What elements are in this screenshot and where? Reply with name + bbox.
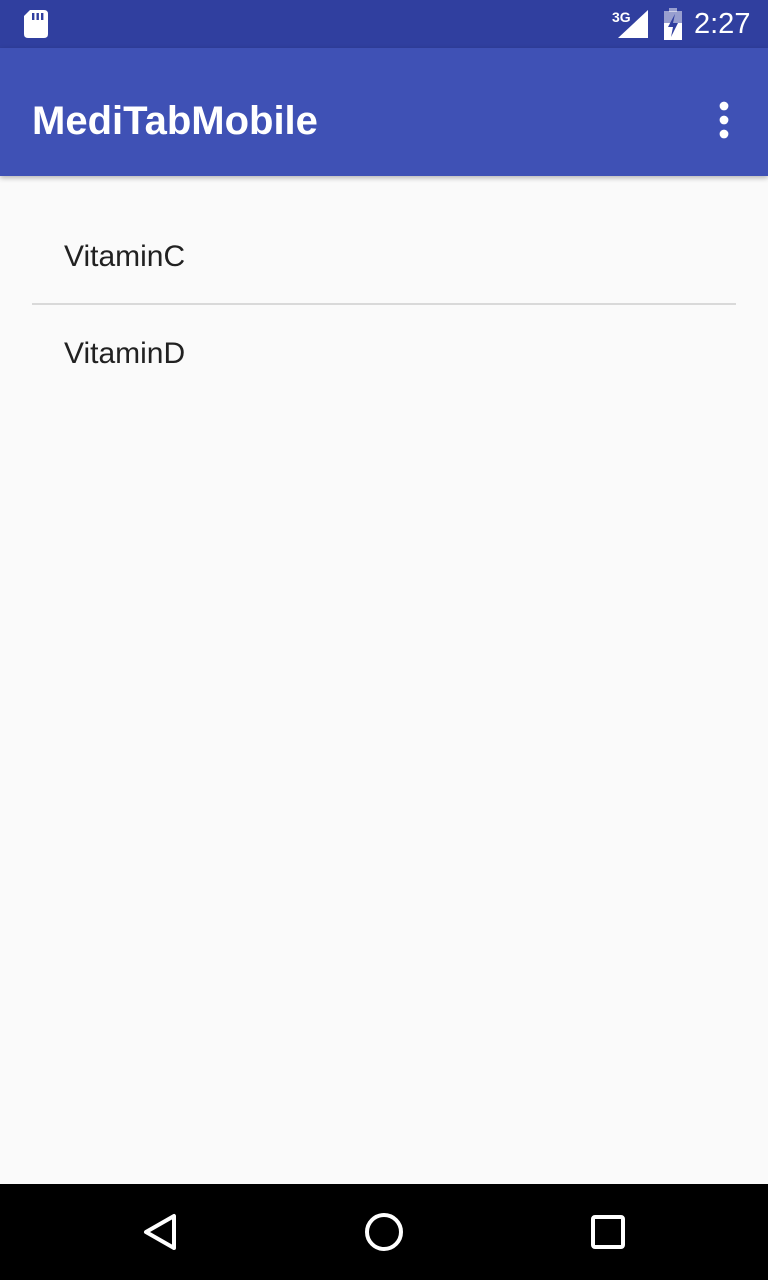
status-bar: 3G 2:27 bbox=[0, 0, 768, 48]
home-icon[interactable] bbox=[360, 1208, 408, 1256]
list-item-label: VitaminD bbox=[64, 337, 186, 370]
app-title: MediTabMobile bbox=[32, 99, 318, 143]
list-item-label: VitaminC bbox=[64, 240, 186, 273]
list-item-vitamind[interactable]: VitaminD bbox=[32, 306, 736, 402]
app-toolbar: MediTabMobile bbox=[0, 48, 768, 176]
list-divider bbox=[32, 303, 736, 305]
recents-icon[interactable] bbox=[584, 1208, 632, 1256]
status-clock: 2:27 bbox=[694, 8, 751, 40]
list-item-vitaminc[interactable]: VitaminC bbox=[32, 209, 736, 305]
more-options-button[interactable] bbox=[700, 92, 748, 148]
sd-card-icon bbox=[24, 10, 48, 38]
battery-charging-icon bbox=[664, 8, 682, 40]
more-vert-icon bbox=[719, 101, 729, 139]
back-icon[interactable] bbox=[136, 1208, 184, 1256]
cell-signal-icon bbox=[618, 10, 648, 38]
navigation-bar bbox=[0, 1184, 768, 1280]
